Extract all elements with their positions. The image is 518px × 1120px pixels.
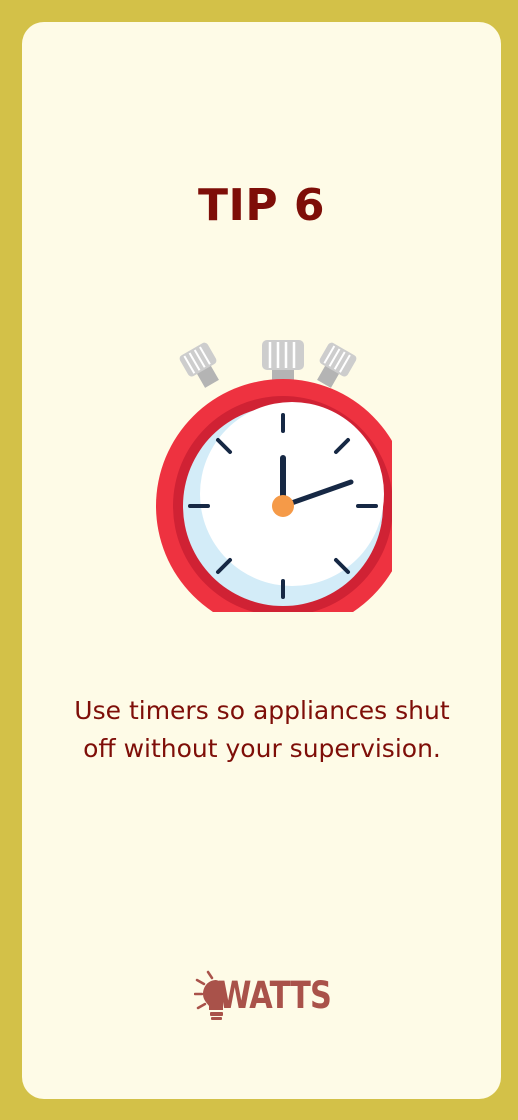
watts-logo: WATTS <box>194 970 332 1022</box>
tip-title: TIP 6 <box>197 180 326 231</box>
brand-name: WATTS <box>218 974 332 1017</box>
stopwatch-icon <box>156 340 392 612</box>
tip-description: Use timers so appliances shut off withou… <box>74 696 450 763</box>
tip-card: TIP 6 Use timers so appliances shut off … <box>22 22 501 1099</box>
